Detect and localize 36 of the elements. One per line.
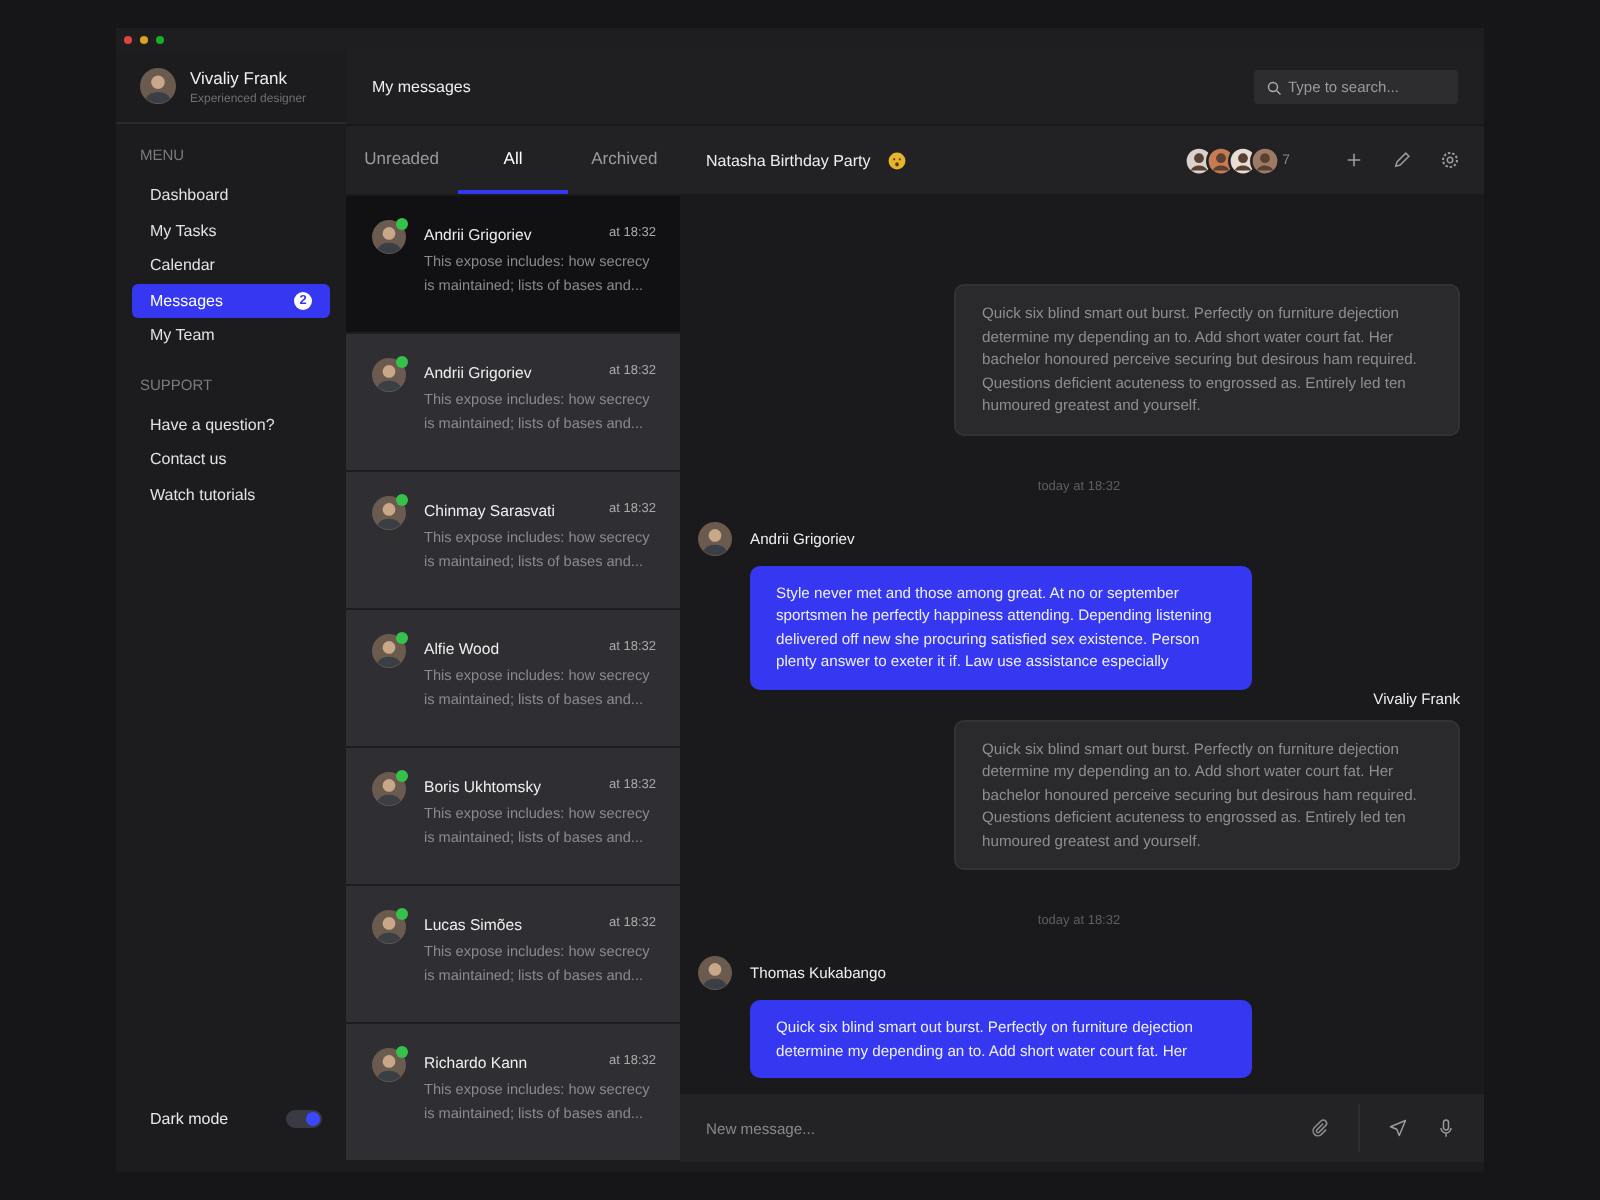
surprised-face-icon <box>888 151 907 169</box>
settings-icon[interactable] <box>1440 150 1460 170</box>
microphone-icon[interactable] <box>1436 1118 1456 1138</box>
member-avatar-icon <box>1250 145 1281 175</box>
add-icon[interactable] <box>1344 150 1364 170</box>
sidebar-item[interactable]: My Tasks <box>132 213 330 248</box>
filter-tab[interactable]: Archived <box>568 126 681 194</box>
avatar-icon <box>372 910 406 944</box>
avatar-icon <box>372 220 406 254</box>
send-icon[interactable] <box>1388 1118 1408 1138</box>
avatar-icon <box>372 358 406 392</box>
sidebar-item[interactable]: Have a question? <box>132 407 330 442</box>
dark-mode-toggle[interactable] <box>286 1110 322 1128</box>
paperclip-icon <box>1310 1118 1330 1138</box>
sidebar-item[interactable]: Calendar <box>132 248 330 283</box>
avatar-icon <box>372 1048 406 1082</box>
user-name: Vivaliy Frank <box>190 67 289 87</box>
avatar-icon <box>698 521 732 555</box>
filter-tab[interactable]: Unreaded <box>346 126 458 194</box>
avatar-icon <box>698 956 732 990</box>
sidebar-item[interactable]: Dashboard <box>132 178 330 213</box>
sidebar-item[interactable]: Watch tutorials <box>132 477 330 512</box>
sidebar-item[interactable]: Contact us <box>132 442 330 477</box>
dark-mode-label: Dark mode <box>150 1110 229 1128</box>
avatar-icon <box>140 68 176 104</box>
chat-title: Natasha Birthday Party <box>706 151 871 169</box>
avatar-icon <box>372 634 406 668</box>
avatar-icon <box>372 496 406 530</box>
window-control-dot[interactable] <box>124 35 132 43</box>
window-control-dot[interactable] <box>140 35 148 43</box>
window-control-dot[interactable] <box>156 35 164 43</box>
pencil-icon[interactable] <box>1392 150 1412 170</box>
search-icon <box>1266 80 1282 96</box>
avatar-icon <box>372 772 406 806</box>
page-title: My messages <box>372 78 471 96</box>
sidebar-item[interactable]: My Team <box>132 318 330 353</box>
